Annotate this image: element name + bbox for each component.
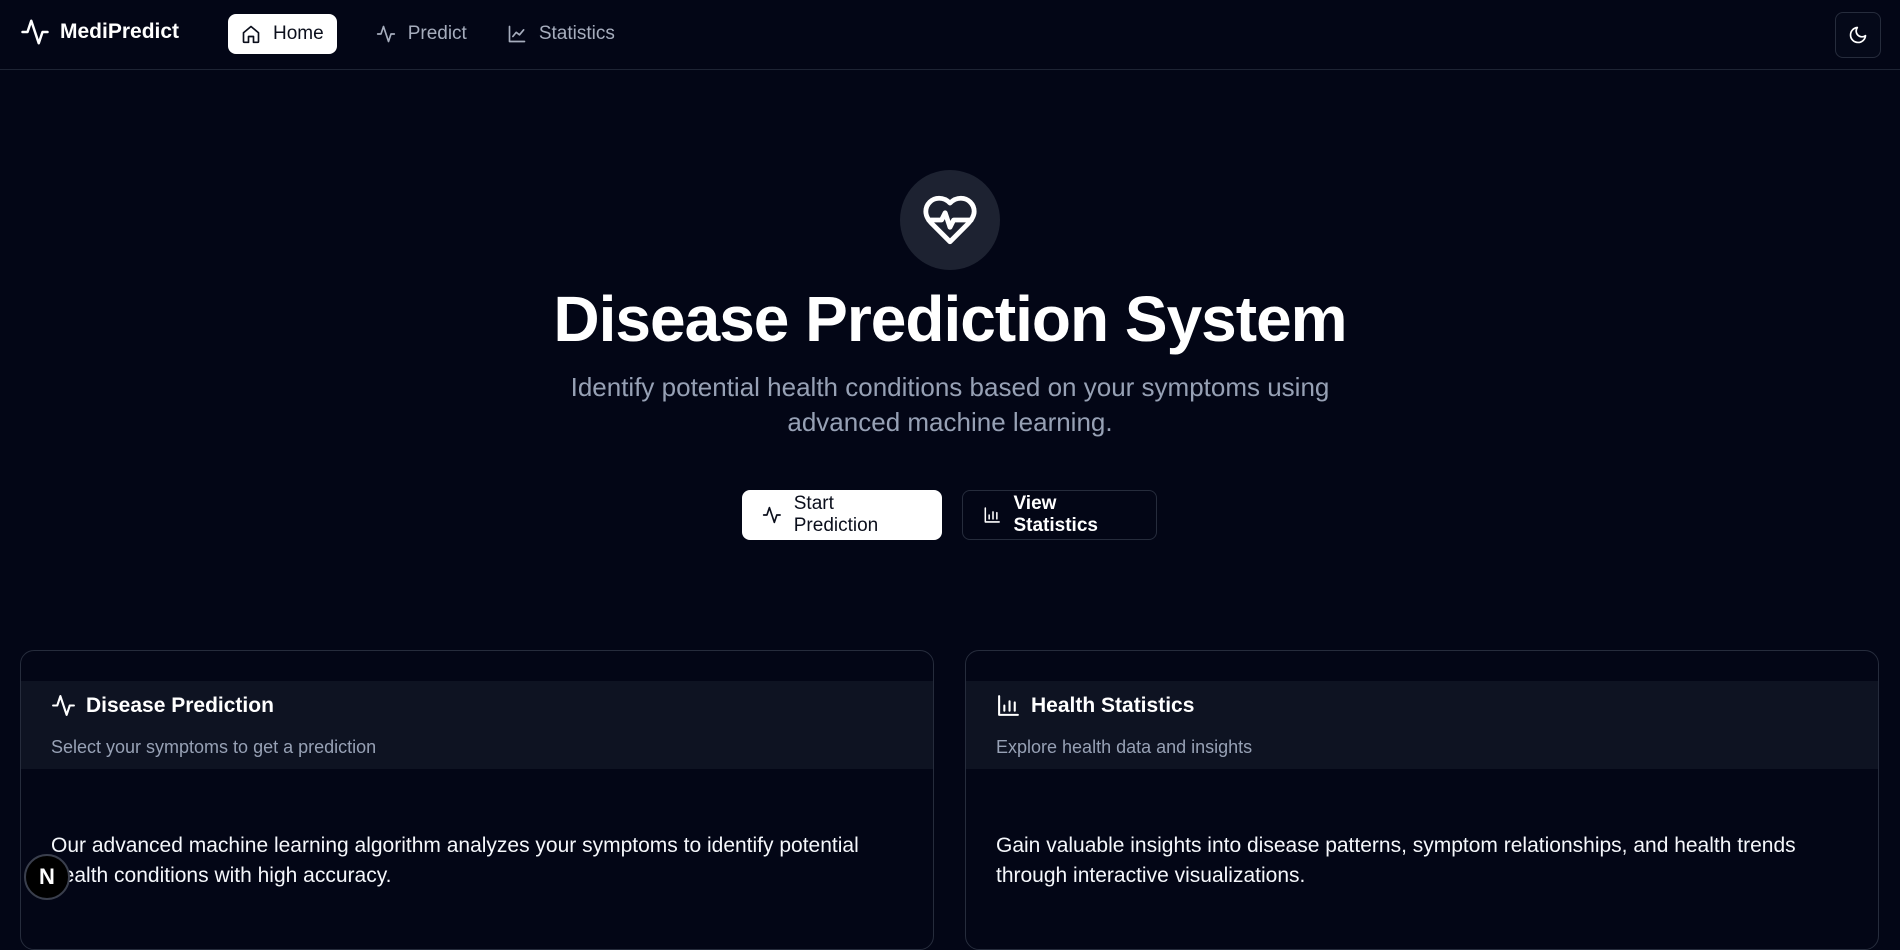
button-label: Start Prediction (793, 493, 879, 536)
bar-chart-icon (998, 695, 1019, 716)
card-body: Gain valuable insights into disease patt… (996, 834, 1796, 887)
card-description: Select your symptoms to get a prediction (51, 737, 377, 757)
home-icon (242, 25, 260, 44)
hero-icon-circle (900, 170, 1000, 270)
card-title-text: Health Statistics (1031, 693, 1195, 717)
health-statistics-card: Health Statistics Explore health data an… (965, 650, 1879, 950)
nav-item-label: Predict (407, 23, 467, 44)
card-body: Our advanced machine learning algorithm … (51, 834, 859, 887)
nextjs-dev-badge[interactable]: N (24, 854, 70, 900)
card-description: Explore health data and insights (996, 737, 1253, 757)
nav-item-predict[interactable]: Predict (363, 14, 480, 54)
card-title: Health Statistics (996, 693, 1194, 718)
activity-icon (762, 506, 781, 524)
nav-links: Home Predict Statistics (228, 14, 628, 54)
card-header: Disease Prediction Select your symptoms … (21, 681, 933, 769)
card-title-text: Disease Prediction (86, 693, 274, 717)
disease-prediction-card: Disease Prediction Select your symptoms … (20, 650, 934, 950)
page-subtitle: Identify potential health conditions bas… (570, 372, 1330, 437)
moon-icon (1849, 26, 1867, 44)
card-header: Health Statistics Explore health data an… (966, 681, 1878, 769)
activity-icon (21, 19, 49, 45)
page-title: Disease Prediction System (553, 283, 1347, 355)
bar-chart-icon (984, 507, 1000, 523)
nav-item-statistics[interactable]: Statistics (494, 14, 628, 54)
heart-pulse-icon (923, 195, 977, 245)
brand-logo[interactable]: MediPredict (20, 17, 179, 47)
top-navbar: MediPredict Home Predict Statistics (0, 0, 1900, 70)
card-title: Disease Prediction (51, 693, 274, 718)
line-chart-icon (508, 25, 526, 43)
nav-item-label: Home (273, 23, 324, 44)
view-statistics-button[interactable]: View Statistics (962, 490, 1157, 540)
theme-toggle-button[interactable] (1835, 12, 1881, 58)
activity-icon (376, 25, 395, 43)
activity-icon (52, 695, 75, 716)
nav-item-label: Statistics (538, 23, 615, 44)
nav-item-home[interactable]: Home (228, 14, 337, 54)
start-prediction-button[interactable]: Start Prediction (742, 490, 942, 540)
brand-name: MediPredict (60, 20, 180, 43)
button-label: View Statistics (1013, 493, 1098, 536)
badge-letter: N (39, 864, 55, 889)
